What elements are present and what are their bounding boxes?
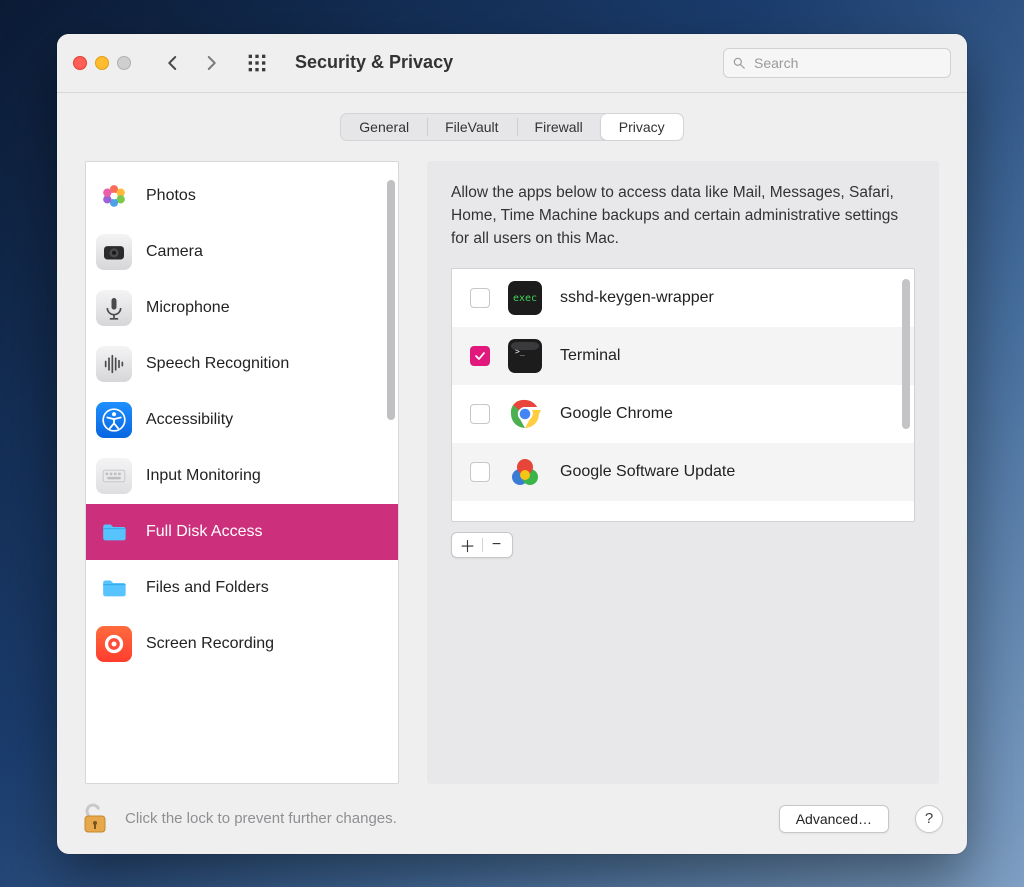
add-button[interactable]: ＋ [454, 534, 482, 556]
tabs-row: General FileVault Firewall Privacy [57, 93, 967, 155]
window-title: Security & Privacy [295, 52, 453, 73]
sidebar-item-speech[interactable]: Speech Recognition [86, 336, 398, 392]
sidebar-item-accessibility[interactable]: Accessibility [86, 392, 398, 448]
sidebar-scrollbar[interactable] [387, 180, 395, 420]
remove-button[interactable]: − [483, 534, 511, 556]
app-label: Terminal [560, 347, 620, 365]
window-close-button[interactable] [73, 56, 87, 70]
add-remove-control: ＋ − [451, 532, 513, 558]
plus-icon: ＋ [459, 533, 475, 557]
speech-icon [96, 346, 132, 382]
keyboard-icon [96, 458, 132, 494]
preferences-window: Security & Privacy General FileVault Fir… [57, 34, 967, 854]
sidebar-item-label: Accessibility [146, 411, 233, 429]
target-icon [96, 626, 132, 662]
sidebar-item-label: Full Disk Access [146, 523, 262, 541]
chevron-right-icon [202, 54, 220, 72]
table-row: Google Chrome [452, 385, 914, 443]
nav-back-button[interactable] [159, 49, 187, 77]
exec-icon: exec [508, 281, 542, 315]
app-label: Google Chrome [560, 405, 673, 423]
search-input[interactable] [752, 54, 942, 72]
tab-general[interactable]: General [341, 114, 427, 140]
app-checkbox[interactable] [470, 288, 490, 308]
tab-label: General [359, 119, 409, 135]
google-update-icon [508, 455, 542, 489]
lock-button[interactable] [81, 802, 109, 836]
search-field[interactable] [723, 48, 951, 78]
content-area: Photos Camera Microphone [57, 155, 967, 784]
sidebar-item-photos[interactable]: Photos [86, 168, 398, 224]
search-icon [732, 56, 746, 70]
app-label: sshd-keygen-wrapper [560, 289, 714, 307]
window-minimize-button[interactable] [95, 56, 109, 70]
unlocked-lock-icon [81, 802, 109, 836]
help-button[interactable]: ? [915, 805, 943, 833]
sidebar-item-label: Screen Recording [146, 635, 274, 653]
advanced-label: Advanced… [796, 811, 872, 827]
sidebar-item-label: Photos [146, 187, 196, 205]
tab-label: Privacy [619, 119, 665, 135]
checkmark-icon [474, 350, 486, 362]
tab-segmented-control: General FileVault Firewall Privacy [340, 113, 683, 141]
table-row: Google Software Update [452, 443, 914, 501]
app-checkbox[interactable] [470, 462, 490, 482]
sidebar-item-label: Files and Folders [146, 579, 269, 597]
nav-forward-button[interactable] [197, 49, 225, 77]
sidebar-item-label: Camera [146, 243, 203, 261]
sidebar-item-microphone[interactable]: Microphone [86, 280, 398, 336]
accessibility-icon [96, 402, 132, 438]
sidebar-item-camera[interactable]: Camera [86, 224, 398, 280]
chevron-left-icon [164, 54, 182, 72]
folder-icon [96, 514, 132, 550]
footer: Click the lock to prevent further change… [57, 784, 967, 854]
chrome-icon [508, 397, 542, 431]
lock-text: Click the lock to prevent further change… [125, 810, 397, 827]
app-checkbox[interactable] [470, 346, 490, 366]
sidebar-item-full-disk-access[interactable]: Full Disk Access [86, 504, 398, 560]
table-row: >_ Terminal [452, 327, 914, 385]
titlebar: Security & Privacy [57, 34, 967, 93]
app-access-table: exec sshd-keygen-wrapper >_ Terminal [451, 268, 915, 522]
sidebar-item-input-monitoring[interactable]: Input Monitoring [86, 448, 398, 504]
camera-icon [96, 234, 132, 270]
sidebar-item-files-folders[interactable]: Files and Folders [86, 560, 398, 616]
description-text: Allow the apps below to access data like… [451, 181, 915, 251]
show-all-button[interactable] [243, 49, 271, 77]
folder-icon [96, 570, 132, 606]
app-table-scrollbar[interactable] [902, 279, 910, 429]
tab-label: FileVault [445, 119, 498, 135]
app-checkbox[interactable] [470, 404, 490, 424]
table-row: exec sshd-keygen-wrapper [452, 269, 914, 327]
sidebar-item-label: Speech Recognition [146, 355, 289, 373]
svg-text:>_: >_ [515, 347, 525, 356]
app-label: Google Software Update [560, 463, 735, 481]
sidebar-item-screen-recording[interactable]: Screen Recording [86, 616, 398, 672]
window-zoom-button[interactable] [117, 56, 131, 70]
sidebar-item-label: Microphone [146, 299, 230, 317]
grid-icon [247, 53, 267, 73]
terminal-icon: >_ [508, 339, 542, 373]
tab-label: Firewall [535, 119, 583, 135]
advanced-button[interactable]: Advanced… [779, 805, 889, 833]
tab-firewall[interactable]: Firewall [517, 114, 601, 140]
sidebar-item-label: Input Monitoring [146, 467, 261, 485]
detail-pane: Allow the apps below to access data like… [427, 161, 939, 784]
traffic-lights [73, 56, 131, 70]
microphone-icon [96, 290, 132, 326]
tab-privacy[interactable]: Privacy [601, 114, 683, 140]
tab-filevault[interactable]: FileVault [427, 114, 516, 140]
photos-icon [96, 178, 132, 214]
minus-icon: − [492, 536, 501, 554]
privacy-category-list: Photos Camera Microphone [85, 161, 399, 784]
help-label: ? [925, 810, 933, 827]
